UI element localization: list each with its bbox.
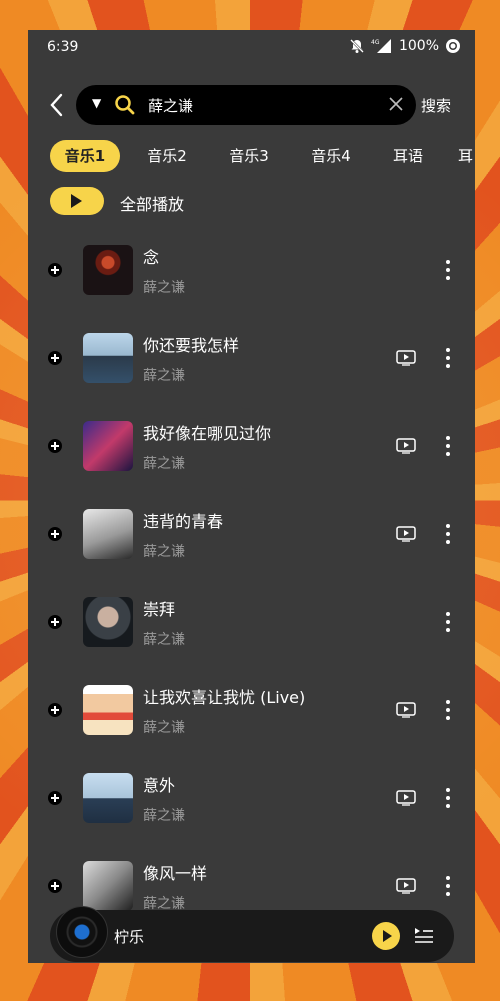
mv-icon[interactable] [396, 790, 416, 806]
song-artist: 薛之谦 [143, 456, 185, 472]
album-cover[interactable] [83, 421, 133, 471]
song-title: 让我欢喜让我忧 (Live) [143, 688, 306, 707]
dropdown-triangle-icon[interactable]: ▼ [92, 96, 101, 110]
album-cover[interactable] [83, 333, 133, 383]
status-icons: 4G 100% [349, 38, 461, 54]
more-icon[interactable] [440, 698, 456, 722]
svg-text:4G: 4G [371, 39, 380, 46]
signal-icon: 4G [371, 39, 391, 53]
song-title: 违背的青春 [143, 512, 224, 531]
search-box[interactable]: ▼ 薛之谦 [76, 85, 416, 125]
play-all-button[interactable] [50, 187, 104, 215]
more-icon[interactable] [440, 434, 456, 458]
tab-music1[interactable]: 音乐1 [50, 140, 120, 172]
record-icon [446, 39, 460, 53]
status-time: 6:39 [47, 39, 79, 55]
tab-music4[interactable]: 音乐4 [296, 140, 366, 172]
search-button[interactable]: 搜索 [421, 95, 451, 116]
song-row[interactable]: 让我欢喜让我忧 (Live) 薛之谦 [28, 670, 475, 758]
tab-music2[interactable]: 音乐2 [132, 140, 202, 172]
player-play-button[interactable] [372, 922, 400, 950]
song-row[interactable]: 违背的青春 薛之谦 [28, 494, 475, 582]
back-arrow-icon[interactable] [46, 91, 70, 119]
tab-whisper-2[interactable]: 耳 [458, 140, 475, 172]
song-title: 意外 [143, 776, 176, 795]
play-icon [383, 930, 392, 942]
play-all-label: 全部播放 [120, 195, 185, 214]
battery-percent: 100% [398, 38, 439, 54]
song-artist: 薛之谦 [143, 544, 185, 560]
mv-icon[interactable] [396, 702, 416, 718]
mini-player[interactable]: 柠乐 [50, 906, 454, 962]
app-window: 6:39 4G 100% ▼ 薛之谦 搜索 音乐1 音乐2 音乐3 音乐4 耳语… [28, 30, 475, 963]
album-disc[interactable] [56, 906, 108, 958]
song-row[interactable]: 意外 薛之谦 [28, 758, 475, 846]
song-artist: 薛之谦 [143, 368, 185, 384]
song-row[interactable]: 你还要我怎样 薛之谦 [28, 318, 475, 406]
album-cover[interactable] [83, 861, 133, 911]
album-cover[interactable] [83, 773, 133, 823]
song-artist: 薛之谦 [143, 280, 185, 296]
song-artist: 薛之谦 [143, 808, 185, 824]
add-icon[interactable] [48, 527, 62, 541]
more-icon[interactable] [440, 610, 456, 634]
song-row[interactable]: 我好像在哪见过你 薛之谦 [28, 406, 475, 494]
mv-icon[interactable] [396, 526, 416, 542]
more-icon[interactable] [440, 258, 456, 282]
add-icon[interactable] [48, 879, 62, 893]
play-icon [71, 194, 82, 208]
add-icon[interactable] [48, 703, 62, 717]
album-cover[interactable] [83, 597, 133, 647]
tab-bar: 音乐1 音乐2 音乐3 音乐4 耳语 耳 [50, 140, 475, 172]
add-icon[interactable] [48, 615, 62, 629]
song-title: 你还要我怎样 [143, 336, 240, 355]
playlist-icon[interactable] [414, 926, 434, 944]
song-artist: 薛之谦 [143, 632, 185, 648]
song-title: 念 [143, 248, 160, 267]
tab-music3[interactable]: 音乐3 [214, 140, 284, 172]
mute-bell-icon [350, 39, 364, 53]
song-artist: 薛之谦 [143, 720, 185, 736]
mv-icon[interactable] [396, 350, 416, 366]
add-icon[interactable] [48, 439, 62, 453]
more-icon[interactable] [440, 346, 456, 370]
add-icon[interactable] [48, 351, 62, 365]
search-input[interactable]: 薛之谦 [148, 95, 193, 116]
album-cover[interactable] [83, 509, 133, 559]
mv-icon[interactable] [396, 878, 416, 894]
more-icon[interactable] [440, 786, 456, 810]
album-cover[interactable] [83, 685, 133, 735]
status-bar: 6:39 4G 100% [28, 30, 475, 64]
song-title: 崇拜 [143, 600, 176, 619]
song-title: 像风一样 [143, 864, 208, 883]
song-title: 我好像在哪见过你 [143, 424, 272, 443]
add-icon[interactable] [48, 791, 62, 805]
album-cover[interactable] [83, 245, 133, 295]
clear-icon[interactable] [388, 96, 404, 112]
mv-icon[interactable] [396, 438, 416, 454]
more-icon[interactable] [440, 874, 456, 898]
song-row[interactable]: 念薛之谦 [28, 230, 475, 318]
player-title: 柠乐 [114, 928, 145, 946]
song-row[interactable]: 崇拜 薛之谦 [28, 582, 475, 670]
tab-whisper[interactable]: 耳语 [378, 140, 438, 172]
more-icon[interactable] [440, 522, 456, 546]
search-icon [115, 95, 135, 115]
search-row: ▼ 薛之谦 搜索 [28, 85, 475, 125]
add-icon[interactable] [48, 263, 62, 277]
